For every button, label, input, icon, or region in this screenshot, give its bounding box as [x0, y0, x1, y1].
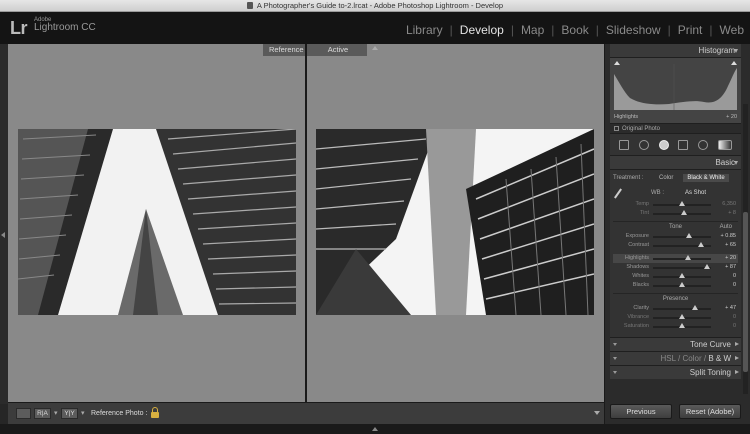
basic-title: Basic — [715, 158, 735, 167]
shadows-slider[interactable]: Shadows + 87 — [613, 263, 738, 272]
treatment-row: Treatment : Color Black & White — [613, 170, 738, 186]
wb-row: WB : As Shot — [613, 186, 738, 200]
module-web[interactable]: Web — [720, 23, 744, 37]
expand-icon — [735, 356, 739, 360]
whites-slider[interactable]: Whites 0 — [613, 272, 738, 281]
window-title: A Photographer's Guide to-2.lrcat - Adob… — [256, 1, 504, 10]
split-toning-header[interactable]: Split Toning — [610, 365, 741, 379]
identity-bar: Lr Adobe Lightroom CC Library | Develop … — [0, 12, 750, 44]
panel-scrollbar[interactable] — [743, 104, 748, 394]
up-arrow-icon — [372, 427, 378, 431]
tint-slider[interactable]: Tint + 8 — [613, 209, 738, 218]
blacks-slider[interactable]: Blacks 0 — [613, 281, 738, 290]
bw-tab[interactable]: B & W — [708, 354, 731, 363]
panel-switch-icon[interactable] — [613, 343, 617, 346]
active-photo[interactable] — [316, 129, 594, 315]
treatment-color-option[interactable]: Color — [659, 175, 673, 181]
view-divider — [305, 44, 307, 402]
module-book[interactable]: Book — [561, 23, 588, 37]
histogram-header[interactable]: Histogram — [610, 44, 741, 58]
tone-curve-title: Tone Curve — [690, 340, 731, 349]
reference-active-view-button[interactable]: R|A — [34, 408, 51, 419]
loupe-view-button[interactable] — [16, 408, 31, 419]
toolbar-menu-icon[interactable] — [594, 411, 600, 415]
checkbox-icon[interactable] — [614, 126, 619, 131]
reference-photo-label: Reference Photo : — [91, 410, 148, 417]
develop-toolbar: R|A ▾ Y|Y ▾ Reference Photo : — [8, 402, 604, 424]
split-toning-title: Split Toning — [689, 368, 731, 377]
histogram-title: Histogram — [698, 46, 735, 55]
tool-strip — [610, 134, 741, 156]
previous-button[interactable]: Previous — [610, 404, 672, 419]
vibrance-slider[interactable]: Vibrance 0 — [613, 313, 738, 322]
reference-view-canvas: Reference Active — [8, 44, 604, 402]
develop-buttons: Previous Reset (Adobe) — [610, 404, 741, 420]
histogram[interactable]: Highlights + 20 — [610, 58, 741, 124]
left-panel-toggle[interactable] — [0, 44, 8, 404]
tone-group: Tone Auto — [613, 221, 738, 232]
expand-icon — [735, 342, 739, 346]
module-slideshow[interactable]: Slideshow — [606, 23, 661, 37]
histogram-info-value: + 20 — [726, 114, 737, 120]
original-photo-toggle[interactable]: Original Photo — [610, 124, 741, 134]
exposure-slider[interactable]: Exposure + 0.85 — [613, 232, 738, 241]
collapse-icon — [734, 161, 738, 165]
panel-switch-icon[interactable] — [613, 357, 617, 360]
right-panel: Histogram Highlights + 20 Original Photo — [604, 44, 750, 424]
lock-icon[interactable] — [151, 407, 159, 419]
identity-plate: Adobe Lightroom CC — [34, 17, 96, 33]
lightroom-window: A Photographer's Guide to-2.lrcat - Adob… — [0, 0, 750, 434]
basic-panel: Treatment : Color Black & White WB : As … — [610, 170, 741, 337]
treatment-bw-option[interactable]: Black & White — [683, 174, 729, 182]
saturation-slider[interactable]: Saturation 0 — [613, 322, 738, 331]
adjustment-brush-icon[interactable] — [718, 139, 733, 150]
contrast-slider[interactable]: Contrast + 65 — [613, 241, 738, 250]
highlights-slider[interactable]: Highlights + 20 — [613, 254, 738, 263]
left-arrow-icon — [1, 232, 5, 238]
window-titlebar: A Photographer's Guide to-2.lrcat - Adob… — [0, 0, 750, 12]
color-tab[interactable]: Color — [683, 354, 702, 363]
module-picker: Library | Develop | Map | Book | Slidesh… — [405, 23, 744, 37]
clarity-slider[interactable]: Clarity + 47 — [613, 304, 738, 313]
module-library[interactable]: Library — [406, 23, 443, 37]
brand-bottom: Lightroom CC — [34, 22, 96, 33]
histogram-info-label: Highlights — [614, 114, 639, 120]
treatment-label: Treatment : — [613, 175, 644, 181]
lightroom-logo: Lr — [10, 18, 28, 38]
reference-label: Reference — [263, 44, 310, 56]
top-panel-toggle-icon[interactable] — [372, 46, 378, 50]
reference-photo[interactable] — [18, 129, 296, 315]
document-icon — [246, 2, 253, 9]
reset-button[interactable]: Reset (Adobe) — [679, 404, 741, 419]
basic-header[interactable]: Basic — [610, 156, 741, 170]
module-develop[interactable]: Develop — [460, 23, 504, 37]
active-label: Active — [309, 44, 367, 56]
hsl-header[interactable]: HSL / Color / B & W — [610, 351, 741, 365]
eyedropper-icon[interactable] — [614, 188, 622, 199]
filmstrip-toggle[interactable] — [0, 424, 750, 434]
panel-switch-icon[interactable] — [613, 371, 617, 374]
before-after-view-button[interactable]: Y|Y — [61, 408, 78, 419]
wb-select[interactable]: As Shot — [685, 190, 706, 196]
scrollbar-thumb[interactable] — [743, 212, 748, 372]
graduated-filter-icon[interactable] — [678, 139, 689, 150]
tone-curve-header[interactable]: Tone Curve — [610, 337, 741, 351]
presence-label: Presence — [662, 296, 689, 302]
tone-label: Tone — [668, 224, 682, 230]
red-eye-icon[interactable] — [658, 139, 669, 150]
presence-group: Presence — [613, 293, 738, 304]
temp-slider[interactable]: Temp 6,350 — [613, 200, 738, 209]
wb-label: WB : — [651, 190, 664, 196]
hsl-tab[interactable]: HSL — [661, 354, 676, 363]
module-map[interactable]: Map — [521, 23, 544, 37]
expand-icon — [735, 370, 739, 374]
spot-removal-icon[interactable] — [638, 139, 649, 150]
module-print[interactable]: Print — [678, 23, 703, 37]
crop-icon[interactable] — [618, 139, 629, 150]
radial-filter-icon[interactable] — [698, 139, 709, 150]
collapse-icon — [734, 49, 738, 53]
